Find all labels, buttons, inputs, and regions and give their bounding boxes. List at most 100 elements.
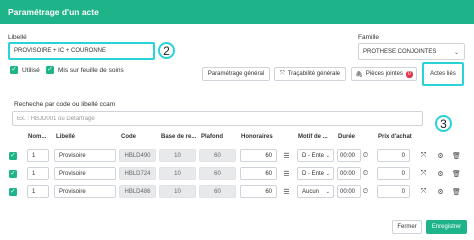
actes-lies-label: Actes liés — [430, 71, 456, 77]
modal-title: Paramétrage d'un acte — [8, 7, 99, 17]
pieces-count-badge: 0 — [405, 70, 413, 78]
row-nombre-input[interactable]: 1 — [27, 149, 49, 162]
row-libelle-value: Provisoire — [59, 188, 86, 195]
gear-icon[interactable]: ⚙ — [436, 149, 445, 162]
row-duree-value: 00:00 — [340, 170, 356, 177]
trash-icon[interactable]: 🗑 — [452, 149, 461, 162]
ccam-search-field[interactable] — [12, 111, 423, 126]
expand-icon: ⤧ — [279, 70, 285, 77]
row-plafond-value: 60 — [214, 170, 221, 177]
row-prix-value: 0 — [401, 170, 405, 177]
chevron-down-icon: ⌄ — [453, 50, 459, 56]
clock-icon[interactable]: ⏲ — [361, 185, 370, 198]
libelle-value: PROVISOIRE + IC + COURONNE — [14, 48, 107, 54]
row-libelle-input[interactable]: Provisoire — [54, 185, 116, 198]
famille-select[interactable]: PROTHESE CONJOINTES ⌄ — [358, 43, 465, 60]
row-honoraires-value: 60 — [265, 188, 272, 195]
pieces-jointes-label: Pièces jointes — [365, 71, 403, 77]
libelle-input[interactable]: PROVISOIRE + IC + COURONNE — [8, 42, 155, 60]
row-libelle-value: Provisoire — [59, 170, 86, 177]
fermer-label: Fermer — [397, 224, 417, 230]
row-code-field: HBLD490 — [119, 149, 156, 162]
clock-icon[interactable]: ⏲ — [361, 149, 370, 162]
actes-lies-button[interactable]: Actes liés — [422, 62, 464, 86]
row-code-value: HBLD724 — [124, 170, 151, 177]
row-code-field: HBLD724 — [119, 167, 156, 180]
checkmark-icon: ✓ — [47, 66, 53, 73]
chevron-down-icon: ⌄ — [325, 152, 330, 159]
utilise-label: Utilisé — [22, 67, 40, 74]
parametrage-general-button[interactable]: Paramétrage général — [202, 67, 270, 81]
row-select-checkbox[interactable]: ✓ — [9, 187, 17, 196]
row-code-field: HBLD486 — [119, 185, 156, 198]
row-honoraires-input[interactable]: 60 — [240, 185, 277, 198]
expand-icon[interactable]: ⤧ — [419, 167, 428, 180]
list-icon[interactable]: ☰ — [282, 149, 291, 162]
row-nombre-input[interactable]: 1 — [27, 185, 49, 198]
modal-header: Paramétrage d'un acte — [0, 0, 474, 24]
row-nombre-value: 1 — [32, 152, 36, 159]
row-libelle-input[interactable]: Provisoire — [54, 167, 116, 180]
row-prix-input[interactable]: 0 — [377, 167, 410, 180]
pieces-jointes-button[interactable]: 🖇 Pièces jointes 0 — [351, 67, 417, 81]
header-libelle: Libellé — [56, 134, 76, 140]
row-motif-select[interactable]: Aucun ⌄ — [297, 185, 334, 198]
row-motif-value: D - Ente — [302, 152, 325, 159]
row-duree-value: 00:00 — [340, 188, 356, 195]
gear-icon[interactable]: ⚙ — [436, 185, 445, 198]
search-label: Recheche par code ou libellé ccam — [14, 101, 116, 108]
row-prix-value: 0 — [401, 188, 405, 195]
gear-icon[interactable]: ⚙ — [436, 167, 445, 180]
row-honoraires-value: 60 — [265, 152, 272, 159]
feuille-de-soins-checkbox[interactable]: ✓ — [46, 66, 54, 74]
paperclip-icon: 🖇 — [355, 71, 363, 78]
row-nombre-input[interactable]: 1 — [27, 167, 49, 180]
checkmark-icon: ✓ — [10, 187, 16, 195]
clock-icon[interactable]: ⏲ — [361, 167, 370, 180]
utilise-checkbox[interactable]: ✓ — [10, 66, 18, 74]
expand-icon[interactable]: ⤧ — [419, 149, 428, 162]
ccam-search-input[interactable] — [17, 115, 422, 122]
list-icon[interactable]: ☰ — [282, 167, 291, 180]
row-honoraires-input[interactable]: 60 — [240, 149, 277, 162]
row-prix-input[interactable]: 0 — [377, 149, 410, 162]
row-duree-input[interactable]: 00:00 — [337, 167, 361, 180]
row-base-field: 10 — [159, 167, 196, 180]
expand-icon[interactable]: ⤧ — [419, 185, 428, 198]
row-nombre-value: 1 — [32, 188, 36, 195]
tracabilite-generale-button[interactable]: ⤧ Traçabilité générale — [274, 67, 346, 81]
row-plafond-value: 60 — [214, 152, 221, 159]
enregistrer-button[interactable]: Enregistrer — [426, 220, 467, 234]
row-motif-select[interactable]: D - Ente ⌄ — [297, 167, 334, 180]
header-prix: Prix d'achat — [378, 134, 412, 140]
row-nombre-value: 1 — [32, 170, 36, 177]
list-icon[interactable]: ☰ — [282, 185, 291, 198]
row-select-checkbox[interactable]: ✓ — [9, 169, 17, 178]
fermer-button[interactable]: Fermer — [392, 220, 422, 234]
row-prix-value: 0 — [401, 152, 405, 159]
row-libelle-input[interactable]: Provisoire — [54, 149, 116, 162]
feuille-de-soins-label: Mis sur feuille de soins — [58, 67, 124, 74]
row-duree-input[interactable]: 00:00 — [337, 185, 361, 198]
row-code-value: HBLD490 — [124, 152, 151, 159]
row-plafond-value: 60 — [214, 188, 221, 195]
checkmark-icon: ✓ — [11, 66, 17, 73]
checkmark-icon: ✓ — [10, 151, 16, 159]
row-motif-select[interactable]: D - Ente ⌄ — [297, 149, 334, 162]
enregistrer-label: Enregistrer — [431, 224, 462, 230]
tracabilite-generale-label: Traçabilité générale — [287, 71, 341, 77]
header-code: Code — [121, 134, 136, 140]
annotation-marker-2: 2 — [158, 42, 175, 59]
row-motif-value: Aucun — [302, 188, 320, 195]
row-motif-value: D - Ente — [302, 170, 325, 177]
header-motif: Motif de ... — [298, 134, 328, 140]
row-duree-value: 00:00 — [340, 152, 356, 159]
row-prix-input[interactable]: 0 — [377, 185, 410, 198]
row-honoraires-input[interactable]: 60 — [240, 167, 277, 180]
header-honoraires: Honoraires — [241, 134, 273, 140]
row-select-checkbox[interactable]: ✓ — [9, 151, 17, 160]
chevron-down-icon: ⌄ — [325, 170, 330, 177]
row-duree-input[interactable]: 00:00 — [337, 149, 361, 162]
trash-icon[interactable]: 🗑 — [452, 185, 461, 198]
trash-icon[interactable]: 🗑 — [452, 167, 461, 180]
